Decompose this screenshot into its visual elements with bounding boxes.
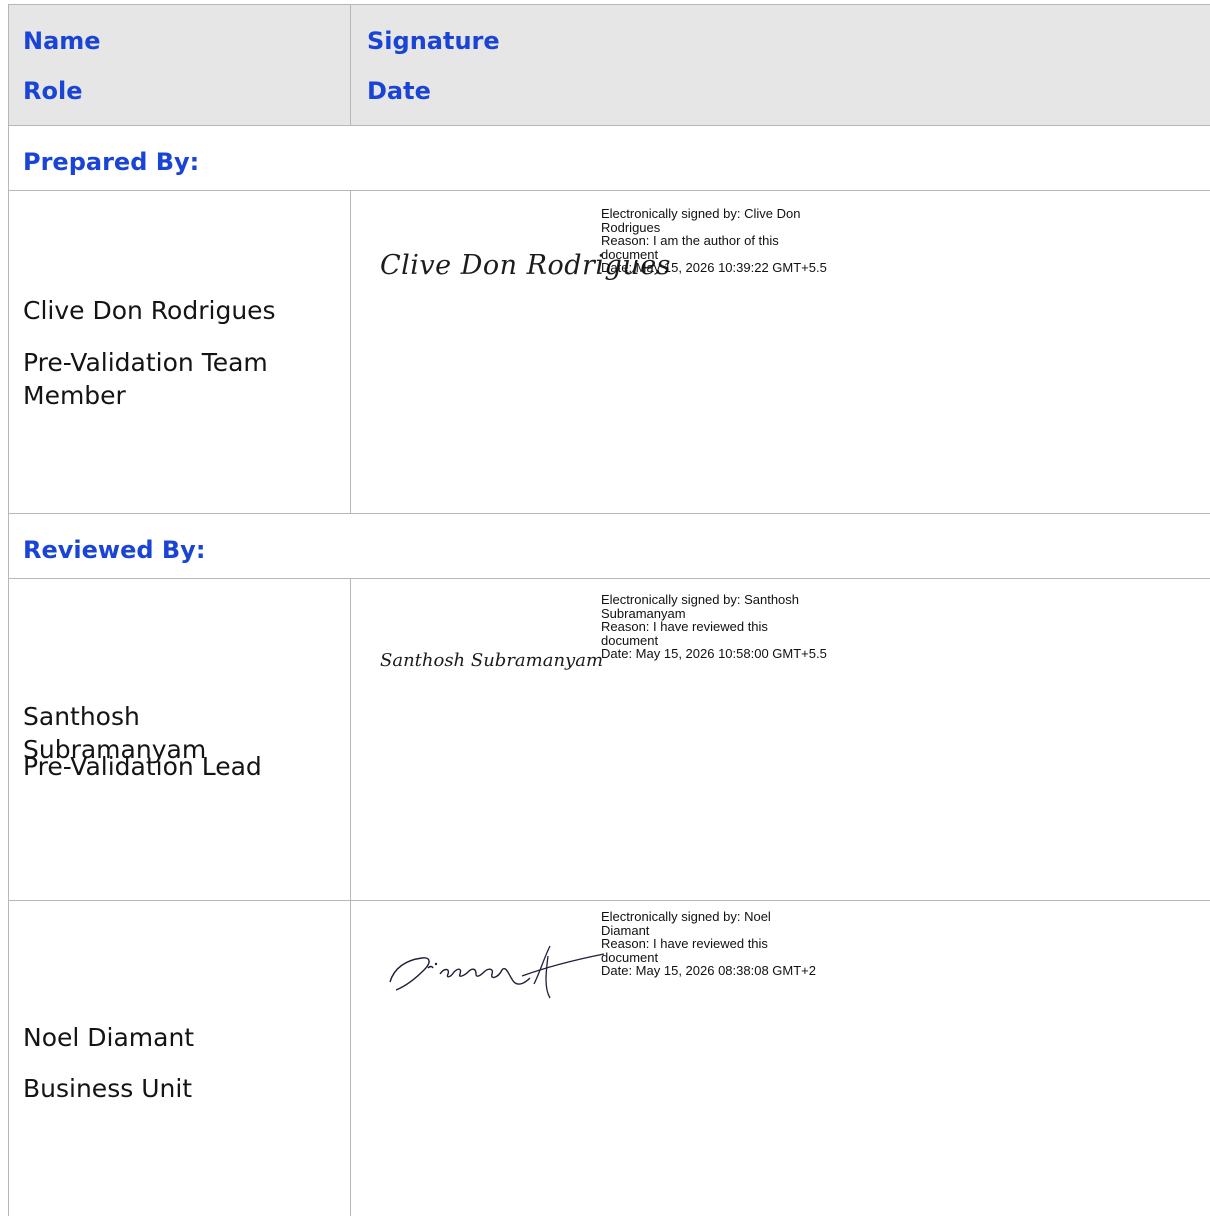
row-divider <box>8 125 1210 126</box>
section-title-prepared: Prepared By: <box>23 148 200 176</box>
signature-stamp-line: Date: May 15, 2026 08:38:08 GMT+2 <box>601 963 816 978</box>
signature-stamp-line: Date: May 15, 2026 10:58:00 GMT+5.5 <box>601 646 827 661</box>
column-divider <box>350 4 351 125</box>
row-divider <box>8 900 1210 901</box>
signature-stamp-line: Reason: I am the author of this <box>601 233 779 248</box>
signer-name: Clive Don Rodrigues <box>23 296 276 325</box>
signature-stamp-line: Reason: I have reviewed this <box>601 619 768 634</box>
table-left-border <box>8 4 9 1216</box>
handwritten-signature: Santhosh Subramanyam <box>380 650 604 671</box>
signature-stamp-line: Subramanyam <box>601 605 686 621</box>
handwritten-signature-graphic <box>389 945 605 999</box>
signature-stamp: Electronically signed by: Noel Diamant R… <box>601 910 901 978</box>
signature-stamp: Electronically signed by: Santhosh Subra… <box>601 593 901 661</box>
header-date: Date <box>367 77 431 105</box>
row-divider <box>8 190 1210 191</box>
signature-stamp-line: Electronically signed by: Noel <box>601 909 771 924</box>
signature-stamp-line: Electronically signed by: Clive Don <box>601 206 801 221</box>
signature-stamp-line: Date: May 15, 2026 10:39:22 GMT+5.5 <box>601 260 827 275</box>
signature-stamp-line: Diamant <box>601 922 650 938</box>
signer-role: Pre-Validation Lead <box>23 752 262 781</box>
signature-stamp-line: Electronically signed by: Santhosh <box>601 592 800 607</box>
signer-role: Business Unit <box>23 1074 193 1103</box>
signature-approval-page: Name Role Signature Date Prepared By: Cl… <box>0 0 1210 1216</box>
section-title-reviewed: Reviewed By: <box>23 536 206 564</box>
header-name: Name <box>23 27 101 55</box>
column-divider <box>350 191 351 513</box>
column-divider <box>350 578 351 1216</box>
signature-stamp: Electronically signed by: Clive Don Rodr… <box>601 207 901 275</box>
signer-role: Pre-Validation Team Member <box>23 348 268 410</box>
signature-stamp-line: document <box>601 632 659 648</box>
signature-stamp-line: document <box>601 246 659 262</box>
row-divider <box>8 513 1210 514</box>
header-signature: Signature <box>367 27 500 55</box>
signer-name: Noel Diamant <box>23 1023 195 1052</box>
row-divider <box>8 578 1210 579</box>
signature-stamp-line: Rodrigues <box>601 219 661 235</box>
signature-stamp-line: Reason: I have reviewed this <box>601 936 768 951</box>
header-role: Role <box>23 77 83 105</box>
table-header <box>8 4 1210 125</box>
signature-stamp-line: document <box>601 949 659 965</box>
table-top-border <box>8 4 1210 5</box>
